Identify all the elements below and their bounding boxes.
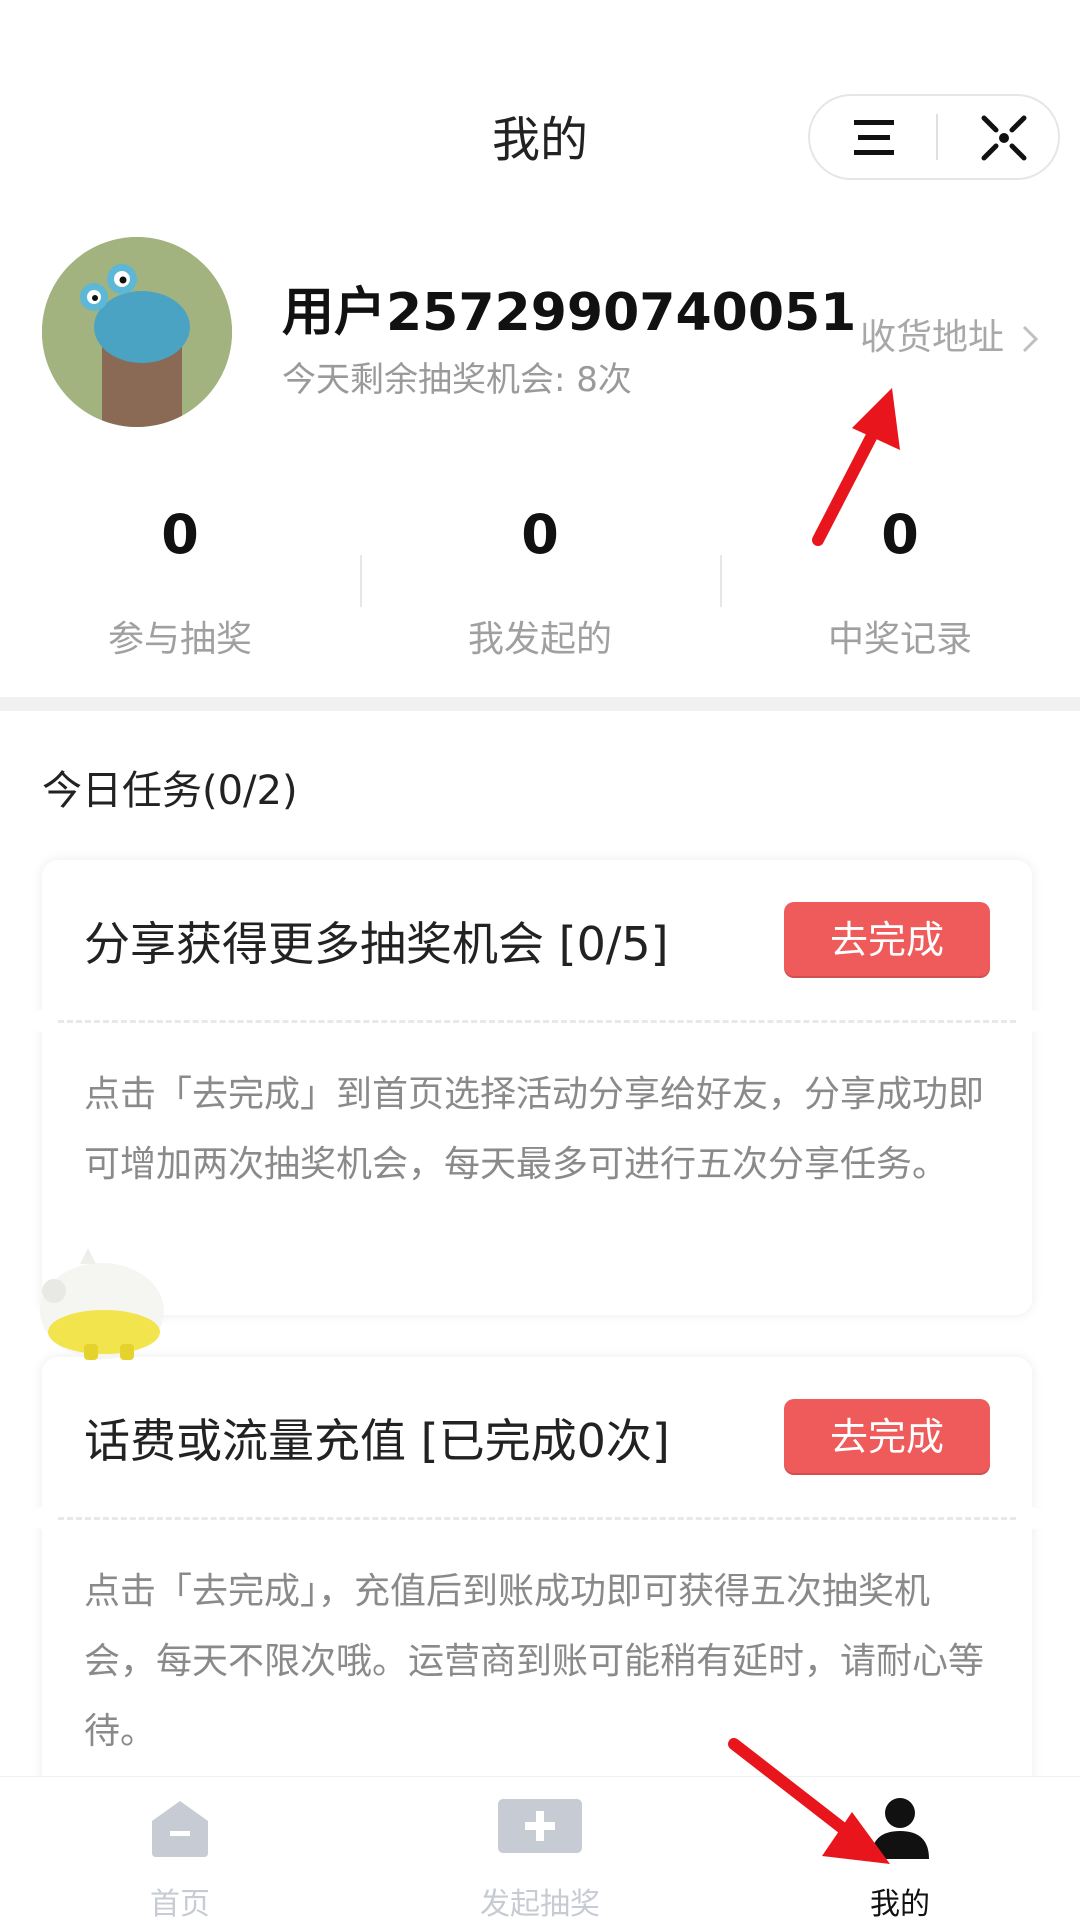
task-description: 点击「去完成」，充值后到账成功即可获得五次抽奖机会，每天不限次哦。运营商到账可能…	[84, 1571, 985, 1752]
shipping-address-link[interactable]: 收货地址	[860, 308, 1039, 360]
tab-mine[interactable]: 我的	[750, 1777, 1050, 1922]
dashed-divider	[58, 1020, 1016, 1023]
stat-value: 0	[161, 503, 199, 566]
card-notch	[1021, 1507, 1043, 1529]
tab-label: 发起抽奖	[480, 1887, 600, 1922]
stat-initiated[interactable]: 0 我发起的	[390, 500, 690, 662]
username: 用户2572990740051	[282, 283, 857, 343]
stat-divider	[360, 555, 362, 607]
shipping-address-label: 收货地址	[860, 317, 1005, 358]
stat-label: 参与抽奖	[107, 619, 252, 660]
user-icon	[871, 1798, 929, 1859]
stat-winning-records[interactable]: 0 中奖记录	[750, 500, 1050, 662]
mini-program-capsule	[808, 94, 1060, 180]
profile-section: 用户2572990740051 今天剩余抽奖机会: 8次 收货地址	[0, 230, 1080, 430]
tab-label: 我的	[870, 1887, 930, 1922]
task-description: 点击「去完成」到首页选择活动分享给好友，分享成功即可增加两次抽奖机会，每天最多可…	[84, 1074, 985, 1185]
stat-label: 中奖记录	[827, 619, 972, 660]
stat-value: 0	[521, 503, 559, 566]
task-card-share: 分享获得更多抽奖机会 [0/5] 去完成 点击「去完成」到首页选择活动分享给好友…	[31, 860, 1043, 1315]
task-title: 话费或流量充值 [已完成0次]	[84, 1414, 670, 1468]
piggy-bank-mascot[interactable]	[22, 1236, 172, 1366]
stats-row: 0 参与抽奖 0 我发起的 0 中奖记录	[0, 500, 1080, 660]
complete-task-button[interactable]: 去完成	[784, 1399, 990, 1475]
home-icon	[152, 1801, 208, 1857]
stat-label: 我发起的	[467, 619, 612, 660]
tab-start-lottery[interactable]: 发起抽奖	[390, 1777, 690, 1922]
task-title: 分享获得更多抽奖机会 [0/5]	[84, 917, 669, 971]
header: 我的	[0, 0, 1080, 230]
avatar-image	[42, 237, 232, 427]
tasks-title: 今日任务(0/2)	[42, 768, 298, 814]
section-divider	[0, 697, 1080, 711]
menu-icon[interactable]	[852, 116, 896, 160]
bottom-tab-bar: 首页 发起抽奖 我的	[0, 1776, 1080, 1922]
avatar[interactable]	[42, 237, 232, 427]
stat-divider	[720, 555, 722, 607]
plus-icon	[498, 1799, 582, 1853]
tab-home[interactable]: 首页	[30, 1777, 330, 1922]
stat-participated[interactable]: 0 参与抽奖	[30, 500, 330, 662]
remaining-chances: 今天剩余抽奖机会: 8次	[282, 360, 632, 400]
card-notch	[31, 1507, 53, 1529]
close-icon[interactable]	[980, 114, 1028, 162]
tab-label: 首页	[150, 1887, 210, 1922]
task-card-recharge: 话费或流量充值 [已完成0次] 去完成 点击「去完成」，充值后到账成功即可获得五…	[31, 1357, 1043, 1797]
chevron-right-icon	[1023, 325, 1039, 353]
stat-value: 0	[881, 503, 919, 566]
card-notch	[31, 1010, 53, 1032]
capsule-divider	[936, 114, 938, 160]
dashed-divider	[58, 1517, 1016, 1520]
complete-task-button[interactable]: 去完成	[784, 902, 990, 978]
card-notch	[1021, 1010, 1043, 1032]
